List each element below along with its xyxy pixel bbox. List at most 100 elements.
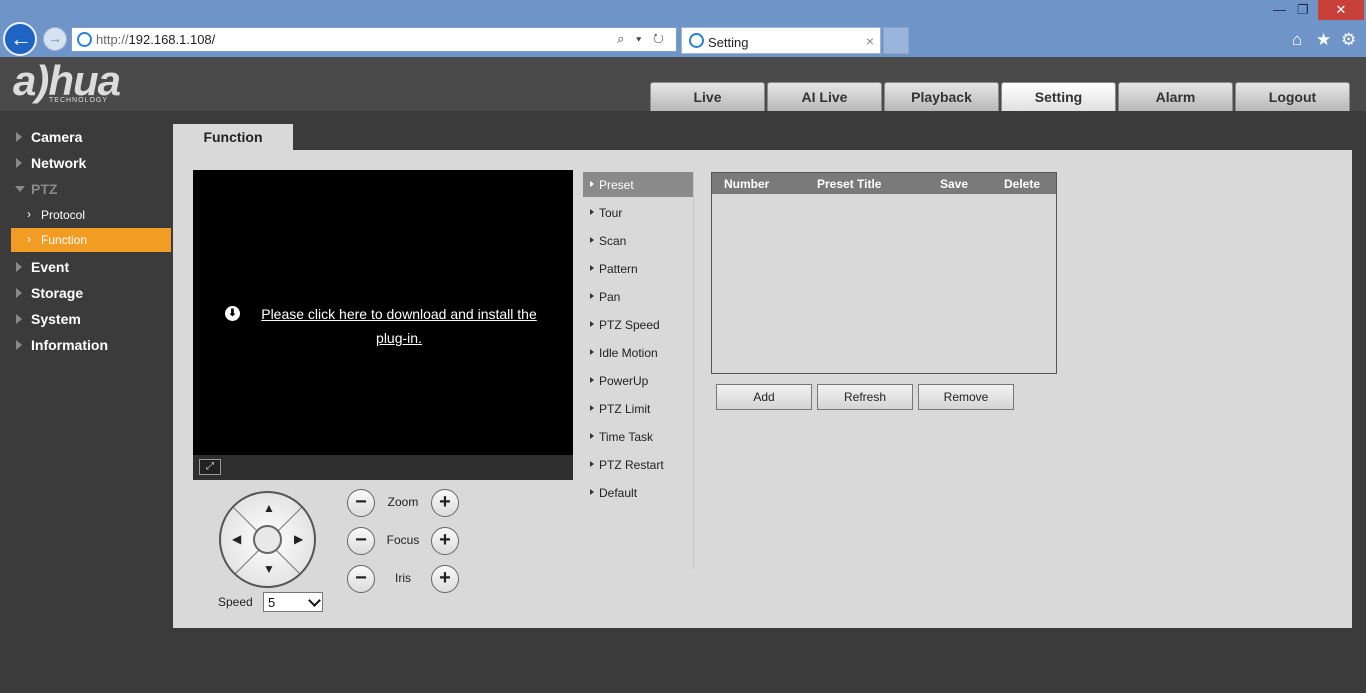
menu-item-tour[interactable]: Tour — [583, 200, 693, 225]
menu-item-powerup[interactable]: PowerUp — [583, 368, 693, 393]
menu-triangle-icon — [590, 265, 594, 271]
tab-setting[interactable]: Setting — [1001, 82, 1116, 111]
sidebar-item-system[interactable]: System — [0, 307, 173, 331]
tab-live[interactable]: Live — [650, 82, 765, 111]
browser-tab-setting[interactable]: Setting × — [681, 27, 881, 54]
collapsed-triangle-icon — [16, 340, 22, 350]
column-save: Save — [940, 177, 969, 191]
tab-alarm[interactable]: Alarm — [1118, 82, 1233, 111]
restore-icon[interactable]: ❐ — [1297, 2, 1309, 18]
tab-logout[interactable]: Logout — [1235, 82, 1350, 111]
sidebar-subitem-function[interactable]: › Function — [11, 228, 171, 252]
menu-triangle-icon — [590, 209, 594, 215]
arrow-left-icon[interactable]: ◀ — [232, 532, 241, 546]
preset-table-header: Number Preset Title Save Delete — [712, 173, 1056, 194]
zoom-plus-button[interactable]: + — [431, 489, 459, 517]
content-tab-function[interactable]: Function — [173, 124, 293, 150]
sidebar-item-network[interactable]: Network — [0, 151, 173, 175]
collapsed-triangle-icon — [16, 262, 22, 272]
menu-triangle-icon — [590, 181, 594, 187]
tab-close-icon[interactable]: × — [866, 33, 874, 49]
ptz-direction-pad[interactable]: ▲ ▼ ◀ ▶ — [219, 491, 316, 588]
menu-triangle-icon — [590, 433, 594, 439]
menu-item-time-task[interactable]: Time Task — [583, 424, 693, 449]
arrow-right-icon[interactable]: ▶ — [294, 532, 303, 546]
sidebar-item-ptz[interactable]: PTZ — [0, 177, 173, 201]
column-preset-title: Preset Title — [817, 177, 882, 191]
download-icon: ⬇ — [225, 306, 240, 321]
iris-plus-button[interactable]: + — [431, 565, 459, 593]
menu-triangle-icon — [590, 321, 594, 327]
menu-item-scan[interactable]: Scan — [583, 228, 693, 253]
menu-triangle-icon — [590, 405, 594, 411]
focus-plus-button[interactable]: + — [431, 527, 459, 555]
plugin-download-link[interactable]: Please click here to download and instal… — [253, 302, 545, 350]
column-number: Number — [724, 177, 770, 191]
pad-center-button[interactable] — [253, 525, 282, 554]
menu-triangle-icon — [590, 293, 594, 299]
tab-playback[interactable]: Playback — [884, 82, 999, 111]
sidebar-subitem-protocol[interactable]: › Protocol — [11, 203, 171, 227]
sidebar-item-camera[interactable]: Camera — [0, 125, 173, 149]
speed-value: 5 — [268, 595, 276, 610]
sidebar-item-information[interactable]: Information — [0, 333, 173, 357]
menu-item-default[interactable]: Default — [583, 480, 693, 505]
function-menu: Preset Tour Scan Pattern Pan PTZ Speed I… — [583, 172, 694, 570]
browser-tab-title: Setting — [708, 35, 749, 50]
app-header: a)hua TECHNOLOGY Live AI Live Playback S… — [0, 57, 1366, 111]
back-arrow-icon: ← — [10, 26, 32, 51]
fullscreen-icon[interactable]: ⤢ — [199, 459, 221, 475]
zoom-label: Zoom — [387, 495, 419, 509]
favorites-icon[interactable]: ★ — [1316, 30, 1331, 50]
menu-item-idle-motion[interactable]: Idle Motion — [583, 340, 693, 365]
forward-arrow-icon: → — [48, 30, 62, 46]
collapsed-triangle-icon — [16, 314, 22, 324]
address-bar[interactable]: http://192.168.1.108/ ⌕ ▾ ↻ — [71, 27, 677, 52]
chevron-down-icon — [308, 594, 321, 607]
settings-gear-icon[interactable]: ⚙ — [1341, 30, 1356, 50]
dahua-logo: a)hua TECHNOLOGY — [11, 57, 161, 107]
iris-minus-button[interactable]: − — [347, 565, 375, 593]
speed-label: Speed — [218, 595, 253, 609]
menu-item-ptz-speed[interactable]: PTZ Speed — [583, 312, 693, 337]
menu-item-pattern[interactable]: Pattern — [583, 256, 693, 281]
speed-select[interactable]: 5 — [263, 592, 323, 612]
menu-item-pan[interactable]: Pan — [583, 284, 693, 309]
forward-button[interactable]: → — [43, 27, 67, 51]
address-controls-icon[interactable]: ⌕ ▾ ↻ — [617, 31, 668, 47]
focus-label: Focus — [386, 533, 420, 547]
focus-minus-button[interactable]: − — [347, 527, 375, 555]
sidebar-item-storage[interactable]: Storage — [0, 281, 173, 305]
new-tab-button[interactable] — [883, 27, 909, 54]
window-close-button[interactable]: ✕ — [1318, 0, 1364, 20]
window-close-icon: ✕ — [1335, 2, 1347, 17]
menu-item-ptz-restart[interactable]: PTZ Restart — [583, 452, 693, 477]
chevron-right-icon: › — [27, 207, 31, 221]
sidebar-item-event[interactable]: Event — [0, 255, 173, 279]
menu-triangle-icon — [590, 377, 594, 383]
video-toolbar — [193, 455, 573, 480]
menu-triangle-icon — [590, 461, 594, 467]
sidebar: Camera Network PTZ › Protocol › Function… — [0, 111, 173, 693]
menu-item-preset[interactable]: Preset — [583, 172, 693, 197]
minimize-icon[interactable]: — — [1273, 2, 1286, 17]
ie-icon — [77, 32, 92, 47]
column-delete: Delete — [1004, 177, 1041, 191]
menu-triangle-icon — [590, 489, 594, 495]
collapsed-triangle-icon — [16, 288, 22, 298]
arrow-down-icon[interactable]: ▼ — [263, 562, 275, 576]
home-icon[interactable]: ⌂ — [1292, 30, 1302, 50]
menu-item-ptz-limit[interactable]: PTZ Limit — [583, 396, 693, 421]
iris-label: Iris — [395, 571, 411, 585]
zoom-minus-button[interactable]: − — [347, 489, 375, 517]
tab-ie-icon — [689, 33, 704, 48]
back-button[interactable]: ← — [3, 22, 37, 56]
tab-ai-live[interactable]: AI Live — [767, 82, 882, 111]
remove-button[interactable]: Remove — [918, 384, 1014, 410]
collapsed-triangle-icon — [16, 158, 22, 168]
arrow-up-icon[interactable]: ▲ — [263, 501, 275, 515]
chevron-right-icon: › — [27, 232, 31, 246]
add-button[interactable]: Add — [716, 384, 812, 410]
refresh-button[interactable]: Refresh — [817, 384, 913, 410]
expanded-triangle-icon — [15, 186, 25, 192]
